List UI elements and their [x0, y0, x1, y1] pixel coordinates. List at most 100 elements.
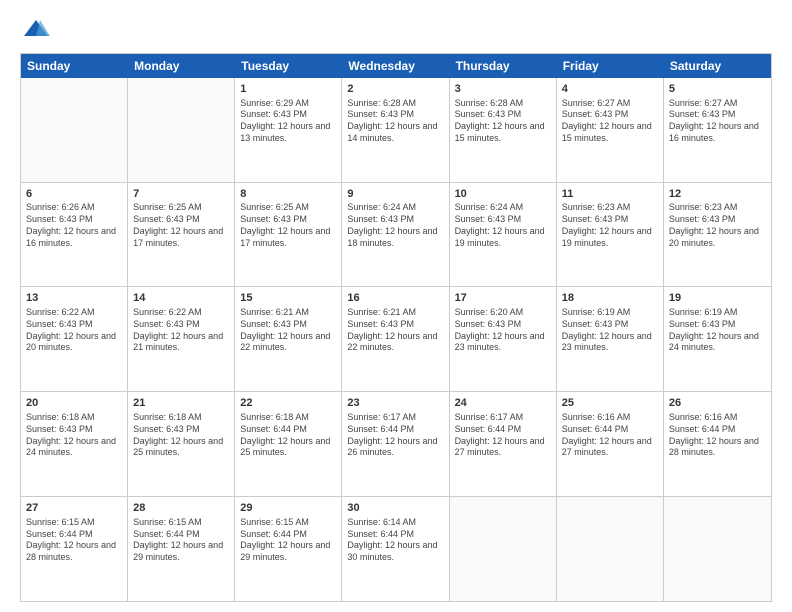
cell-info: Sunrise: 6:21 AM Sunset: 6:43 PM Dayligh… — [347, 307, 443, 354]
cell-info: Sunrise: 6:16 AM Sunset: 6:44 PM Dayligh… — [562, 412, 658, 459]
day-number: 21 — [133, 396, 229, 411]
cell-info: Sunrise: 6:15 AM Sunset: 6:44 PM Dayligh… — [26, 517, 122, 564]
cell-info: Sunrise: 6:20 AM Sunset: 6:43 PM Dayligh… — [455, 307, 551, 354]
day-number: 22 — [240, 396, 336, 411]
header-day-saturday: Saturday — [664, 54, 771, 78]
calendar-cell: 4Sunrise: 6:27 AM Sunset: 6:43 PM Daylig… — [557, 78, 664, 182]
day-number: 7 — [133, 187, 229, 202]
calendar-cell — [128, 78, 235, 182]
day-number: 16 — [347, 291, 443, 306]
cell-info: Sunrise: 6:24 AM Sunset: 6:43 PM Dayligh… — [455, 202, 551, 249]
day-number: 5 — [669, 82, 766, 97]
cell-info: Sunrise: 6:23 AM Sunset: 6:43 PM Dayligh… — [669, 202, 766, 249]
calendar: SundayMondayTuesdayWednesdayThursdayFrid… — [20, 53, 772, 602]
day-number: 19 — [669, 291, 766, 306]
calendar-cell: 18Sunrise: 6:19 AM Sunset: 6:43 PM Dayli… — [557, 287, 664, 391]
cell-info: Sunrise: 6:21 AM Sunset: 6:43 PM Dayligh… — [240, 307, 336, 354]
calendar-cell: 14Sunrise: 6:22 AM Sunset: 6:43 PM Dayli… — [128, 287, 235, 391]
header-day-tuesday: Tuesday — [235, 54, 342, 78]
calendar-cell: 16Sunrise: 6:21 AM Sunset: 6:43 PM Dayli… — [342, 287, 449, 391]
cell-info: Sunrise: 6:25 AM Sunset: 6:43 PM Dayligh… — [240, 202, 336, 249]
calendar-cell — [557, 497, 664, 601]
cell-info: Sunrise: 6:18 AM Sunset: 6:43 PM Dayligh… — [26, 412, 122, 459]
cell-info: Sunrise: 6:15 AM Sunset: 6:44 PM Dayligh… — [240, 517, 336, 564]
day-number: 30 — [347, 501, 443, 516]
header-day-wednesday: Wednesday — [342, 54, 449, 78]
day-number: 23 — [347, 396, 443, 411]
cell-info: Sunrise: 6:17 AM Sunset: 6:44 PM Dayligh… — [347, 412, 443, 459]
calendar-cell: 6Sunrise: 6:26 AM Sunset: 6:43 PM Daylig… — [21, 183, 128, 287]
calendar-cell — [664, 497, 771, 601]
calendar-cell: 2Sunrise: 6:28 AM Sunset: 6:43 PM Daylig… — [342, 78, 449, 182]
calendar-cell — [450, 497, 557, 601]
header-day-monday: Monday — [128, 54, 235, 78]
calendar-header: SundayMondayTuesdayWednesdayThursdayFrid… — [21, 54, 771, 78]
day-number: 4 — [562, 82, 658, 97]
calendar-cell: 24Sunrise: 6:17 AM Sunset: 6:44 PM Dayli… — [450, 392, 557, 496]
day-number: 17 — [455, 291, 551, 306]
calendar-cell: 7Sunrise: 6:25 AM Sunset: 6:43 PM Daylig… — [128, 183, 235, 287]
day-number: 26 — [669, 396, 766, 411]
calendar-cell: 21Sunrise: 6:18 AM Sunset: 6:43 PM Dayli… — [128, 392, 235, 496]
day-number: 11 — [562, 187, 658, 202]
day-number: 28 — [133, 501, 229, 516]
calendar-cell: 12Sunrise: 6:23 AM Sunset: 6:43 PM Dayli… — [664, 183, 771, 287]
calendar-cell: 9Sunrise: 6:24 AM Sunset: 6:43 PM Daylig… — [342, 183, 449, 287]
calendar-row: 1Sunrise: 6:29 AM Sunset: 6:43 PM Daylig… — [21, 78, 771, 183]
page: SundayMondayTuesdayWednesdayThursdayFrid… — [0, 0, 792, 612]
day-number: 27 — [26, 501, 122, 516]
calendar-row: 6Sunrise: 6:26 AM Sunset: 6:43 PM Daylig… — [21, 183, 771, 288]
day-number: 12 — [669, 187, 766, 202]
calendar-cell: 22Sunrise: 6:18 AM Sunset: 6:44 PM Dayli… — [235, 392, 342, 496]
day-number: 9 — [347, 187, 443, 202]
cell-info: Sunrise: 6:18 AM Sunset: 6:43 PM Dayligh… — [133, 412, 229, 459]
day-number: 10 — [455, 187, 551, 202]
logo-icon — [22, 18, 50, 40]
header — [20, 18, 772, 45]
cell-info: Sunrise: 6:19 AM Sunset: 6:43 PM Dayligh… — [669, 307, 766, 354]
calendar-cell: 19Sunrise: 6:19 AM Sunset: 6:43 PM Dayli… — [664, 287, 771, 391]
header-day-friday: Friday — [557, 54, 664, 78]
calendar-cell — [21, 78, 128, 182]
calendar-cell: 28Sunrise: 6:15 AM Sunset: 6:44 PM Dayli… — [128, 497, 235, 601]
day-number: 6 — [26, 187, 122, 202]
day-number: 29 — [240, 501, 336, 516]
calendar-cell: 8Sunrise: 6:25 AM Sunset: 6:43 PM Daylig… — [235, 183, 342, 287]
calendar-cell: 29Sunrise: 6:15 AM Sunset: 6:44 PM Dayli… — [235, 497, 342, 601]
calendar-cell: 15Sunrise: 6:21 AM Sunset: 6:43 PM Dayli… — [235, 287, 342, 391]
cell-info: Sunrise: 6:18 AM Sunset: 6:44 PM Dayligh… — [240, 412, 336, 459]
day-number: 25 — [562, 396, 658, 411]
logo — [20, 18, 50, 45]
calendar-cell: 11Sunrise: 6:23 AM Sunset: 6:43 PM Dayli… — [557, 183, 664, 287]
cell-info: Sunrise: 6:23 AM Sunset: 6:43 PM Dayligh… — [562, 202, 658, 249]
calendar-row: 20Sunrise: 6:18 AM Sunset: 6:43 PM Dayli… — [21, 392, 771, 497]
cell-info: Sunrise: 6:22 AM Sunset: 6:43 PM Dayligh… — [26, 307, 122, 354]
day-number: 15 — [240, 291, 336, 306]
calendar-cell: 30Sunrise: 6:14 AM Sunset: 6:44 PM Dayli… — [342, 497, 449, 601]
cell-info: Sunrise: 6:15 AM Sunset: 6:44 PM Dayligh… — [133, 517, 229, 564]
cell-info: Sunrise: 6:27 AM Sunset: 6:43 PM Dayligh… — [562, 98, 658, 145]
day-number: 14 — [133, 291, 229, 306]
day-number: 18 — [562, 291, 658, 306]
calendar-cell: 25Sunrise: 6:16 AM Sunset: 6:44 PM Dayli… — [557, 392, 664, 496]
cell-info: Sunrise: 6:22 AM Sunset: 6:43 PM Dayligh… — [133, 307, 229, 354]
calendar-cell: 13Sunrise: 6:22 AM Sunset: 6:43 PM Dayli… — [21, 287, 128, 391]
calendar-body: 1Sunrise: 6:29 AM Sunset: 6:43 PM Daylig… — [21, 78, 771, 601]
day-number: 8 — [240, 187, 336, 202]
calendar-row: 13Sunrise: 6:22 AM Sunset: 6:43 PM Dayli… — [21, 287, 771, 392]
day-number: 1 — [240, 82, 336, 97]
cell-info: Sunrise: 6:28 AM Sunset: 6:43 PM Dayligh… — [347, 98, 443, 145]
cell-info: Sunrise: 6:27 AM Sunset: 6:43 PM Dayligh… — [669, 98, 766, 145]
calendar-cell: 26Sunrise: 6:16 AM Sunset: 6:44 PM Dayli… — [664, 392, 771, 496]
header-day-thursday: Thursday — [450, 54, 557, 78]
calendar-cell: 20Sunrise: 6:18 AM Sunset: 6:43 PM Dayli… — [21, 392, 128, 496]
calendar-cell: 27Sunrise: 6:15 AM Sunset: 6:44 PM Dayli… — [21, 497, 128, 601]
cell-info: Sunrise: 6:16 AM Sunset: 6:44 PM Dayligh… — [669, 412, 766, 459]
calendar-cell: 23Sunrise: 6:17 AM Sunset: 6:44 PM Dayli… — [342, 392, 449, 496]
calendar-cell: 3Sunrise: 6:28 AM Sunset: 6:43 PM Daylig… — [450, 78, 557, 182]
day-number: 3 — [455, 82, 551, 97]
calendar-cell: 1Sunrise: 6:29 AM Sunset: 6:43 PM Daylig… — [235, 78, 342, 182]
day-number: 24 — [455, 396, 551, 411]
cell-info: Sunrise: 6:17 AM Sunset: 6:44 PM Dayligh… — [455, 412, 551, 459]
cell-info: Sunrise: 6:25 AM Sunset: 6:43 PM Dayligh… — [133, 202, 229, 249]
